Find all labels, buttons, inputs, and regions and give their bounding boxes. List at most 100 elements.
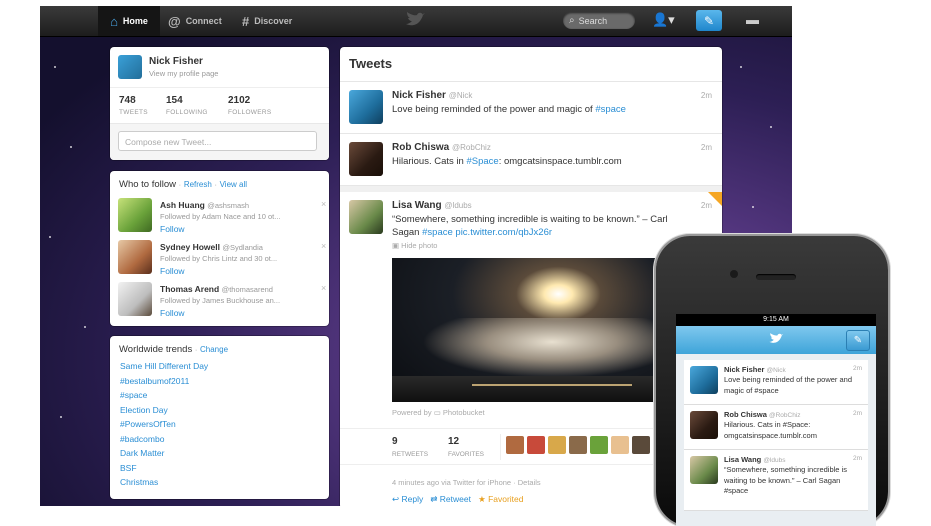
followers-count[interactable]: 2102 (228, 95, 250, 106)
trend-item[interactable]: Election Day (120, 405, 168, 415)
avatar[interactable] (690, 456, 718, 484)
compose-tweet-button[interactable]: ✎ (696, 10, 722, 31)
phone-nav-bar: ✎ (676, 326, 876, 354)
nav-discover[interactable]: # Discover (242, 6, 292, 36)
trend-item[interactable]: #space (120, 390, 147, 400)
user-name[interactable]: Thomas Arend @thomasarend (160, 284, 273, 294)
tweet-author[interactable]: Lisa Wang @ldubs (392, 200, 472, 211)
trends-header: Worldwide trends · Change (119, 344, 228, 355)
nav-home[interactable]: ⌂ Home (98, 6, 160, 36)
separator: · (194, 345, 198, 354)
divider (110, 87, 329, 88)
avatar[interactable] (349, 200, 383, 234)
followed-by: Followed by Adam Nace and 10 ot... (160, 212, 281, 221)
trend-item[interactable]: BSF (120, 463, 137, 473)
star (54, 66, 56, 68)
phone-tweet-item[interactable]: Rob Chiswa @RobChiz Hilarious. Cats in #… (684, 405, 868, 450)
phone-speaker (756, 274, 796, 280)
star (49, 236, 51, 238)
smoke-cloud (422, 318, 682, 378)
dismiss-icon[interactable]: × (321, 241, 326, 251)
avatar[interactable] (506, 436, 524, 454)
avatar[interactable] (548, 436, 566, 454)
compose-tweet-input[interactable]: Compose new Tweet... (118, 131, 317, 151)
avatar[interactable] (118, 55, 142, 79)
search-input[interactable]: ⌕ Search (563, 12, 635, 29)
avatar[interactable] (590, 436, 608, 454)
list-item: Thomas Arend @thomasarend Followed by Ja… (118, 282, 328, 322)
avatar[interactable] (118, 240, 152, 274)
water-reflection (472, 384, 632, 386)
star (740, 66, 742, 68)
nav-connect[interactable]: @ Connect (168, 6, 222, 36)
phone-tweet-item[interactable]: Nick Fisher @Nick Love being reminded of… (684, 360, 868, 405)
tweet-time[interactable]: 2m (853, 455, 862, 462)
avatar[interactable] (118, 282, 152, 316)
home-icon: ⌂ (110, 13, 118, 29)
following-count[interactable]: 154 (166, 95, 183, 106)
who-to-follow-title: Who to follow (119, 179, 177, 190)
tweet-time[interactable]: 2m (701, 201, 712, 210)
compose-icon: ✎ (703, 13, 715, 28)
view-all-link[interactable]: View all (220, 180, 247, 189)
tweet-text: Hilarious. Cats in #Space: omgcatsinspac… (392, 156, 622, 167)
follow-button[interactable]: Follow (160, 266, 185, 276)
reply-button[interactable]: ↩ Reply (392, 494, 423, 504)
dismiss-icon[interactable]: × (321, 283, 326, 293)
tweet-time[interactable]: 2m (701, 143, 712, 152)
avatar[interactable] (569, 436, 587, 454)
avatar[interactable] (611, 436, 629, 454)
trend-item[interactable]: Christmas (120, 477, 158, 487)
change-link[interactable]: Change (200, 345, 228, 354)
tweets-count[interactable]: 748 (119, 95, 136, 106)
favorite-button[interactable]: ★ Favorited (478, 494, 523, 504)
profile-card: Nick Fisher View my profile page 748 TWE… (110, 47, 329, 160)
user-menu-icon[interactable]: 👤▾ (652, 12, 675, 28)
star (770, 126, 772, 128)
tweet-author[interactable]: Lisa Wang @ldubs (724, 455, 785, 464)
avatar[interactable] (349, 90, 383, 124)
follow-button[interactable]: Follow (160, 224, 185, 234)
view-profile-link[interactable]: View my profile page (149, 69, 218, 78)
following-label: FOLLOWING (166, 109, 208, 116)
phone-compose-button[interactable]: ✎ (846, 330, 870, 351)
who-to-follow-header: Who to follow · Refresh · View all (119, 179, 247, 190)
trend-item[interactable]: Same Hill Different Day (120, 361, 208, 371)
trend-item[interactable]: #bestalbumof2011 (120, 376, 189, 386)
settings-icon[interactable]: ▬ (746, 12, 759, 27)
tweet-author[interactable]: Nick Fisher @Nick (724, 365, 786, 374)
favorites-count[interactable]: 12 (448, 436, 459, 447)
trend-item[interactable]: Dark Matter (120, 448, 164, 458)
avatar[interactable] (349, 142, 383, 176)
avatar[interactable] (527, 436, 545, 454)
tweet-time[interactable]: 2m (701, 91, 712, 100)
tweet-time[interactable]: 2m (853, 410, 862, 417)
tweet-author[interactable]: Rob Chiswa @RobChiz (392, 142, 491, 153)
divider (500, 434, 501, 460)
refresh-link[interactable]: Refresh (184, 180, 212, 189)
tweet-item[interactable]: Rob Chiswa @RobChiz Hilarious. Cats in #… (340, 134, 722, 186)
follow-button[interactable]: Follow (160, 308, 185, 318)
hide-photo-link[interactable]: ▣ Hide photo (392, 241, 437, 250)
dismiss-icon[interactable]: × (321, 199, 326, 209)
compose-icon: ✎ (853, 335, 863, 346)
avatar[interactable] (690, 366, 718, 394)
followed-by: Followed by James Buckhouse an... (160, 296, 281, 305)
tweet-author[interactable]: Rob Chiswa @RobChiz (724, 410, 801, 419)
profile-name[interactable]: Nick Fisher (149, 56, 203, 67)
tweet-author[interactable]: Nick Fisher @Nick (392, 90, 472, 101)
phone-tweet-item[interactable]: Lisa Wang @ldubs “Somewhere, something i… (684, 450, 868, 511)
tweet-item[interactable]: Nick Fisher @Nick Love being reminded of… (340, 82, 722, 134)
user-name[interactable]: Ash Huang @ashsmash (160, 200, 249, 210)
retweet-icon: ⇄ (430, 494, 440, 504)
avatar[interactable] (632, 436, 650, 454)
tweet-time[interactable]: 2m (853, 365, 862, 372)
retweets-count[interactable]: 9 (392, 436, 398, 447)
trend-item[interactable]: #badcombo (120, 434, 164, 444)
avatar[interactable] (690, 411, 718, 439)
top-nav-bar: ⌂ Home @ Connect # Discover ⌕ Search 👤▾ … (40, 6, 792, 37)
trend-item[interactable]: #PowersOfTen (120, 419, 176, 429)
retweet-button[interactable]: ⇄ Retweet (430, 494, 471, 504)
user-name[interactable]: Sydney Howell @Sydlandia (160, 242, 263, 252)
avatar[interactable] (118, 198, 152, 232)
